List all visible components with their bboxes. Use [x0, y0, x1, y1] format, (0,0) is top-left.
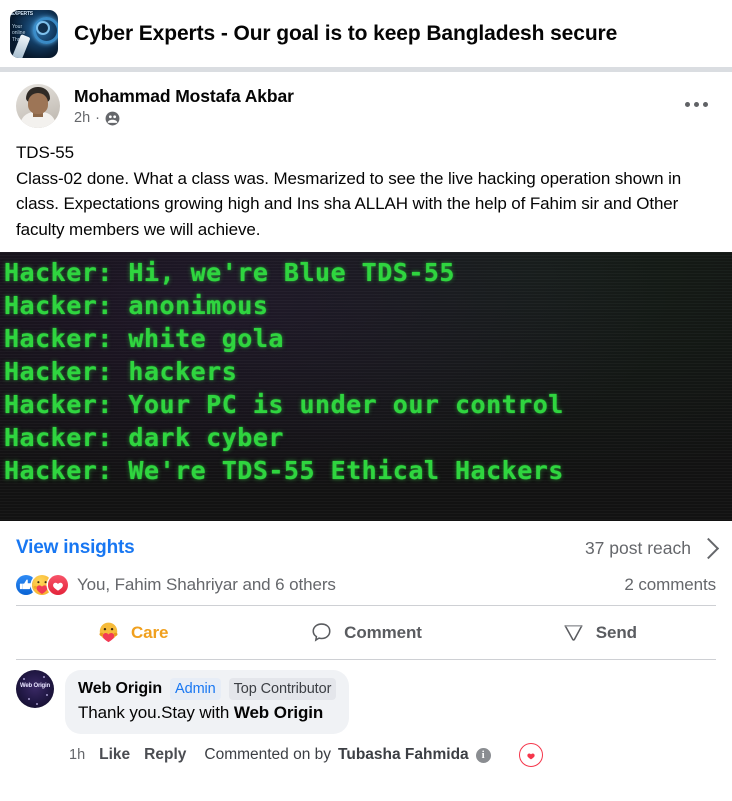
comment-button-label: Comment	[344, 622, 422, 642]
send-button-label: Send	[595, 622, 637, 642]
avatar-star-decoration	[46, 694, 48, 696]
post-body: TDS-55 Class-02 done. What a class was. …	[0, 128, 732, 252]
terminal-line: Hacker: white gola	[4, 324, 284, 353]
post-author-meta: Mohammad Mostafa Akbar 2h ·	[74, 84, 294, 126]
care-button[interactable]: Care	[16, 612, 249, 653]
post-image-hacker-terminal[interactable]: Hacker: Hi, we're Blue TDS-55 Hacker: an…	[0, 252, 732, 521]
post-timestamp[interactable]: 2h	[74, 110, 90, 126]
post-subline: 2h ·	[74, 110, 294, 126]
commented-on-by-prefix: Commented on by	[204, 746, 332, 763]
comment-item: Web Origin Web Origin Admin Top Contribu…	[0, 660, 732, 767]
group-avatar-label-top: EXPERTS	[11, 10, 33, 17]
post-body-line-2: Class-02 done. What a class was. Mesmari…	[16, 168, 682, 239]
terminal-line: Hacker: hackers	[4, 357, 238, 386]
commented-on-by: Commented on by Tubasha Fahmida i	[204, 746, 491, 764]
comment-text: Thank you.Stay with Web Origin	[78, 701, 336, 725]
group-privacy-icon[interactable]	[105, 111, 120, 126]
terminal-line: Hacker: Hi, we're Blue TDS-55	[4, 258, 455, 287]
comment-button[interactable]: Comment	[249, 612, 482, 653]
comment-like-button[interactable]: Like	[99, 746, 130, 764]
post-header: Mohammad Mostafa Akbar 2h ·	[0, 84, 732, 128]
comment-timestamp[interactable]: 1h	[69, 747, 85, 763]
group-header: EXPERTS YouronlineThreat Cyber Experts -…	[0, 0, 732, 67]
post-reach-label: 37 post reach	[584, 537, 691, 558]
view-insights-link[interactable]: View insights	[16, 537, 135, 559]
post-body-line-1: TDS-55	[16, 143, 74, 162]
comment-bubble: Web Origin Admin Top Contributor Thank y…	[65, 670, 350, 734]
comment-text-plain: Thank you.Stay with	[78, 703, 234, 722]
comment-text-bold: Web Origin	[233, 703, 324, 722]
more-dot	[703, 102, 708, 107]
more-dot	[694, 102, 699, 107]
more-dot	[685, 102, 690, 107]
group-avatar[interactable]: EXPERTS YouronlineThreat	[10, 9, 58, 58]
post-reach-group[interactable]: 37 post reach	[584, 537, 720, 559]
reaction-summary-text[interactable]: You, Fahim Shahriyar and 6 others	[77, 575, 336, 595]
comment-avatar-label: Web Origin	[20, 683, 50, 689]
badge-top-contributor[interactable]: Top Contributor	[228, 678, 337, 700]
reaction-summary-row: You, Fahim Shahriyar and 6 others 2 comm…	[0, 573, 732, 605]
avatar-star-decoration	[43, 676, 45, 678]
terminal-line: Hacker: We're TDS-55 Ethical Hackers	[4, 456, 564, 485]
reaction-summary-left[interactable]: You, Fahim Shahriyar and 6 others	[16, 575, 336, 595]
reaction-icon-stack[interactable]	[16, 575, 68, 595]
badge-admin[interactable]: Admin	[170, 678, 221, 700]
comment-content: Web Origin Admin Top Contributor Thank y…	[65, 670, 543, 767]
care-button-label: Care	[130, 622, 169, 642]
comment-count-label[interactable]: 2 comments	[624, 575, 716, 595]
commented-on-by-name[interactable]: Tubasha Fahmida	[338, 746, 469, 764]
more-options-icon[interactable]	[679, 96, 714, 113]
terminal-line: Hacker: Your PC is under our control	[4, 390, 564, 419]
group-title: Cyber Experts - Our goal is to keep Bang…	[74, 21, 618, 45]
post-author-name[interactable]: Mohammad Mostafa Akbar	[74, 85, 294, 107]
chevron-right-icon	[697, 537, 720, 559]
avatar-star-decoration	[36, 703, 38, 705]
comment-reply-button[interactable]: Reply	[144, 746, 186, 764]
author-avatar[interactable]	[16, 84, 60, 128]
post-action-bar: Care Comment Send	[0, 606, 732, 659]
post-card: Mohammad Mostafa Akbar 2h · TDS-55 Class…	[0, 72, 732, 767]
comment-author-row: Web Origin Admin Top Contributor	[78, 678, 337, 700]
comment-author-name[interactable]: Web Origin	[78, 679, 162, 699]
terminal-line: Hacker: dark cyber	[4, 423, 284, 452]
subline-separator: ·	[95, 110, 100, 126]
comment-author-avatar[interactable]: Web Origin	[16, 670, 54, 708]
comment-icon	[310, 621, 333, 644]
send-button[interactable]: Send	[483, 612, 716, 653]
comment-love-reaction-icon[interactable]	[518, 743, 543, 767]
love-icon	[48, 575, 68, 595]
avatar-face-shape	[28, 93, 48, 114]
avatar-star-decoration	[23, 678, 25, 680]
send-icon	[562, 621, 585, 644]
post-insights-row[interactable]: View insights 37 post reach	[0, 521, 732, 573]
terminal-line: Hacker: anonimous	[4, 291, 269, 320]
info-icon[interactable]: i	[475, 747, 491, 763]
comment-actions-row: 1h Like Reply Commented on by Tubasha Fa…	[65, 743, 543, 767]
care-icon	[97, 621, 120, 644]
avatar-star-decoration	[28, 698, 30, 700]
